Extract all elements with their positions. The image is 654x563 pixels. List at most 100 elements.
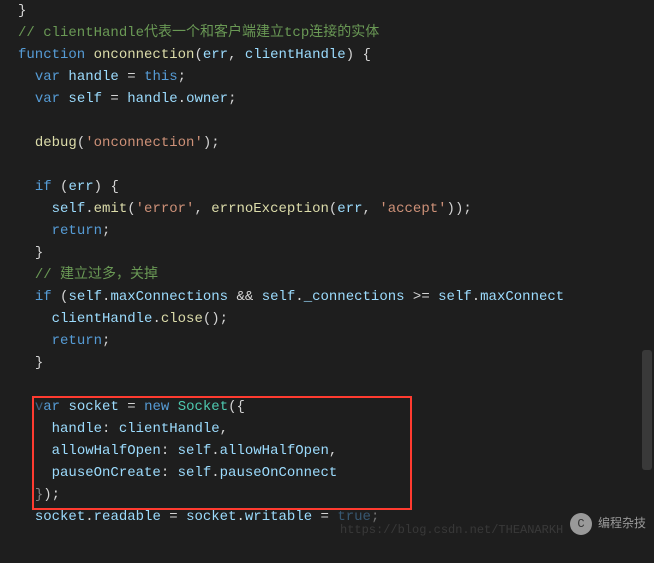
code-line[interactable]: socket.readable = socket.writable = true… xyxy=(18,506,654,528)
token: if xyxy=(35,179,60,195)
code-line[interactable]: return; xyxy=(18,220,654,242)
code-line[interactable]: allowHalfOpen: self.allowHalfOpen, xyxy=(18,440,654,462)
code-line[interactable]: return; xyxy=(18,330,654,352)
token: , xyxy=(194,201,211,217)
token: = xyxy=(119,69,144,85)
scroll-thumb[interactable] xyxy=(642,350,652,470)
token: >= xyxy=(405,289,439,305)
fold-gutter xyxy=(18,242,36,264)
code-line[interactable]: if (err) { xyxy=(18,176,654,198)
fold-gutter xyxy=(18,396,36,418)
token: ) { xyxy=(94,179,119,195)
token: owner xyxy=(186,91,228,107)
code-editor[interactable]: } // clientHandle代表一个和客户端建立tcp连接的实体 functi… xyxy=(0,0,654,563)
line-content: socket.readable = socket.writable = true… xyxy=(18,506,379,528)
fold-gutter xyxy=(18,286,36,308)
token: pauseOnCreate xyxy=(52,465,161,481)
token: emit xyxy=(94,201,128,217)
token: self xyxy=(52,201,86,217)
token: ar xyxy=(43,399,68,415)
code-line[interactable]: } xyxy=(18,0,654,22)
token: err xyxy=(68,179,93,195)
code-line[interactable] xyxy=(18,110,654,132)
token: onconnection xyxy=(94,47,195,63)
code-line[interactable]: clientHandle.close(); xyxy=(18,308,654,330)
token: ; xyxy=(371,509,379,525)
code-line[interactable]: var handle = this; xyxy=(18,66,654,88)
line-content: var socket = new Socket({ xyxy=(18,396,245,418)
token: } xyxy=(35,245,43,261)
fold-gutter xyxy=(18,198,36,220)
fold-gutter xyxy=(18,264,36,286)
token: var xyxy=(35,69,69,85)
code-line[interactable]: // 建立过多，关掉 xyxy=(18,264,654,286)
line-content: function onconnection(err, clientHandle)… xyxy=(18,44,371,66)
line-content: allowHalfOpen: self.allowHalfOpen, xyxy=(18,440,337,462)
wechat-icon: C xyxy=(570,513,592,535)
token: // clientHandle代表一个和客户端建立tcp连接的实体 xyxy=(18,25,379,41)
fold-gutter xyxy=(18,110,36,132)
token: writable xyxy=(245,509,312,525)
code-line[interactable]: // clientHandle代表一个和客户端建立tcp连接的实体 xyxy=(18,22,654,44)
token: if xyxy=(35,289,60,305)
code-line[interactable]: self.emit('error', errnoException(err, '… xyxy=(18,198,654,220)
token: (); xyxy=(203,311,228,327)
token: var xyxy=(35,91,69,107)
fold-gutter xyxy=(18,220,36,242)
token: self xyxy=(178,443,212,459)
line-content: var self = handle.owner; xyxy=(18,88,237,110)
fold-gutter xyxy=(18,308,36,330)
token: : xyxy=(102,421,119,437)
token: 'accept' xyxy=(379,201,446,217)
token: ); xyxy=(203,135,220,151)
token: socket xyxy=(68,399,118,415)
line-content: self.emit('error', errnoException(err, '… xyxy=(18,198,472,220)
fold-gutter xyxy=(18,484,36,506)
token: err xyxy=(203,47,228,63)
token: v xyxy=(35,399,43,415)
code-line[interactable]: handle: clientHandle, xyxy=(18,418,654,440)
code-line[interactable]: }); xyxy=(18,484,654,506)
code-line[interactable] xyxy=(18,154,654,176)
code-line[interactable] xyxy=(18,374,654,396)
vertical-scrollbar[interactable] xyxy=(640,0,654,563)
token: clientHandle xyxy=(245,47,346,63)
code-line[interactable]: pauseOnCreate: self.pauseOnConnect xyxy=(18,462,654,484)
token: socket xyxy=(186,509,236,525)
code-line[interactable]: var socket = new Socket({ xyxy=(18,396,654,418)
token: socket xyxy=(35,509,85,525)
line-content: pauseOnCreate: self.pauseOnConnect xyxy=(18,462,337,484)
token: readable xyxy=(94,509,161,525)
code-line[interactable]: } xyxy=(18,242,654,264)
token: self xyxy=(68,289,102,305)
token: } xyxy=(35,355,43,371)
code-line[interactable]: function onconnection(err, clientHandle)… xyxy=(18,44,654,66)
token: , xyxy=(329,443,337,459)
fold-gutter xyxy=(18,88,36,110)
code-line[interactable]: if (self.maxConnections && self._connect… xyxy=(18,286,654,308)
code-line[interactable]: } xyxy=(18,352,654,374)
fold-gutter xyxy=(18,176,36,198)
token: . xyxy=(211,443,219,459)
token: maxConnect xyxy=(480,289,564,305)
token: self xyxy=(178,465,212,481)
line-content: debug('onconnection'); xyxy=(18,132,220,154)
token: } xyxy=(35,487,43,503)
token: close xyxy=(161,311,203,327)
token: clientHandle xyxy=(119,421,220,437)
code-line[interactable]: var self = handle.owner; xyxy=(18,88,654,110)
watermark-brand-text: 编程杂技 xyxy=(598,513,646,535)
token: // 建立过多，关掉 xyxy=(35,267,158,283)
watermark-brand: C 编程杂技 xyxy=(570,513,646,535)
code-area[interactable]: } // clientHandle代表一个和客户端建立tcp连接的实体 functi… xyxy=(0,0,654,528)
token: : xyxy=(161,443,178,459)
token: . xyxy=(152,311,160,327)
fold-gutter xyxy=(18,418,36,440)
token: _connections xyxy=(304,289,405,305)
code-line[interactable]: debug('onconnection'); xyxy=(18,132,654,154)
token: = xyxy=(119,399,144,415)
line-content: handle: clientHandle, xyxy=(18,418,228,440)
token: errnoException xyxy=(211,201,329,217)
token: ; xyxy=(102,223,110,239)
token: self xyxy=(438,289,472,305)
